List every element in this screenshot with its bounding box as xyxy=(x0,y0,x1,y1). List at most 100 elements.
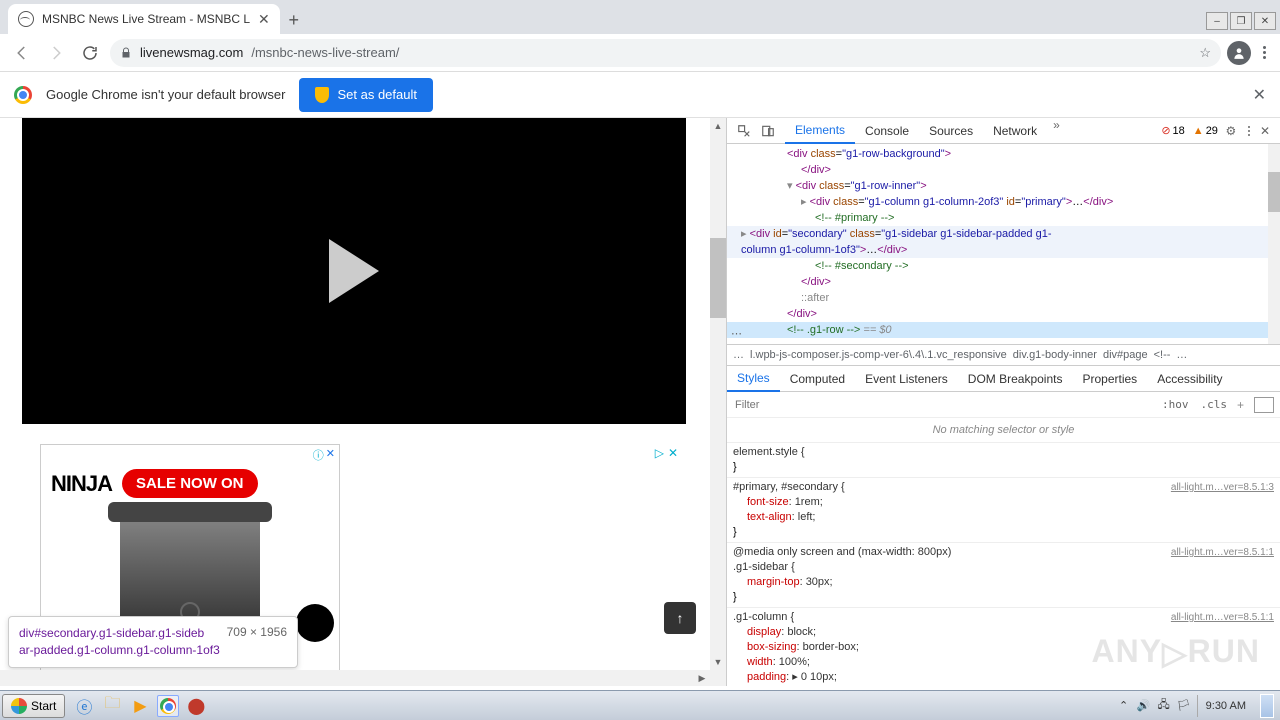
scroll-right-arrow-icon[interactable]: ▶ xyxy=(694,670,710,686)
cls-toggle[interactable]: .cls xyxy=(1194,398,1233,411)
tray-flag-icon[interactable]: 🏳 xyxy=(1177,699,1191,713)
chrome-icon xyxy=(14,86,32,104)
ad-product-image xyxy=(120,510,260,630)
ad-brand: NINJA xyxy=(51,471,112,497)
set-default-button[interactable]: Set as default xyxy=(299,78,433,112)
profile-avatar[interactable] xyxy=(1227,41,1251,65)
nav-back-button[interactable] xyxy=(8,39,36,67)
device-toolbar-button[interactable] xyxy=(757,121,779,141)
scrollbar-thumb[interactable] xyxy=(710,238,726,318)
devtools-tab-network[interactable]: Network xyxy=(983,118,1047,144)
url-toolbar: livenewsmag.com/msnbc-news-live-stream/ … xyxy=(0,34,1280,72)
play-icon[interactable] xyxy=(329,239,379,303)
nav-forward-button[interactable] xyxy=(42,39,70,67)
taskbar: Start ⓔ 🗀 ▶ ⬤ ⌃ 🔊 🖧 🏳 9:30 AM xyxy=(0,690,1280,720)
window-maximize-button[interactable]: ❐ xyxy=(1230,12,1252,30)
devtools-header: Elements Console Sources Network » ⊘18 ▲… xyxy=(727,118,1280,144)
taskbar-chrome-icon[interactable] xyxy=(157,695,179,717)
video-player[interactable] xyxy=(22,118,686,424)
devtools-tab-console[interactable]: Console xyxy=(855,118,919,144)
rule-source-link[interactable]: all-light.m…ver=8.5.1:1 xyxy=(1171,545,1274,560)
dom-scrollbar[interactable] xyxy=(1268,144,1280,344)
devtools-tab-sources[interactable]: Sources xyxy=(919,118,983,144)
dom-tree[interactable]: <div class="g1-row-background"> </div> <… xyxy=(727,144,1280,344)
computed-pane-toggle-icon[interactable] xyxy=(1254,397,1274,413)
default-browser-message: Google Chrome isn't your default browser xyxy=(46,87,285,102)
bookmark-star-icon[interactable]: ☆ xyxy=(1199,45,1211,61)
styles-tab-dombp[interactable]: DOM Breakpoints xyxy=(958,366,1073,392)
default-browser-infobar: Google Chrome isn't your default browser… xyxy=(0,72,1280,118)
taskbar-media-icon[interactable]: ▶ xyxy=(129,695,151,717)
start-label: Start xyxy=(31,699,56,713)
page-scrollbar-horizontal[interactable]: ▶ xyxy=(0,670,710,686)
dom-breadcrumb[interactable]: … l.wpb-js-composer.js-comp-ver-6\.4\.1.… xyxy=(727,344,1280,366)
start-button[interactable]: Start xyxy=(2,694,65,718)
tooltip-dimensions: 709 × 1956 xyxy=(227,625,287,639)
css-rules-pane[interactable]: element.style { } all-light.m…ver=8.5.1:… xyxy=(727,443,1280,686)
new-tab-button[interactable]: + xyxy=(280,6,308,34)
styles-tab-computed[interactable]: Computed xyxy=(780,366,855,392)
ad-close-right-icon[interactable]: ✕ xyxy=(668,446,678,460)
warning-count-badge[interactable]: ▲29 xyxy=(1193,125,1218,137)
windows-orb-icon xyxy=(11,698,27,714)
devtools-tab-elements[interactable]: Elements xyxy=(785,118,855,144)
styles-filter-bar: :hov .cls + xyxy=(727,392,1280,418)
url-host: livenewsmag.com xyxy=(140,45,243,60)
new-style-rule-button[interactable]: + xyxy=(1233,398,1248,412)
tray-network-icon[interactable]: 🖧 xyxy=(1157,699,1171,713)
address-bar[interactable]: livenewsmag.com/msnbc-news-live-stream/ … xyxy=(110,39,1221,67)
shield-icon xyxy=(315,87,329,103)
rule-source-link[interactable]: all-light.m…ver=8.5.1:3 xyxy=(1171,480,1274,495)
infobar-close-icon[interactable]: ✕ xyxy=(1253,85,1266,105)
inspect-element-button[interactable] xyxy=(733,121,755,141)
system-tray: ⌃ 🔊 🖧 🏳 9:30 AM xyxy=(1117,694,1278,718)
show-desktop-button[interactable] xyxy=(1260,694,1274,718)
styles-tab-styles[interactable]: Styles xyxy=(727,366,780,392)
nav-reload-button[interactable] xyxy=(76,39,104,67)
taskbar-clock[interactable]: 9:30 AM xyxy=(1197,695,1254,717)
devtools-panel: Elements Console Sources Network » ⊘18 ▲… xyxy=(726,118,1280,686)
titlebar: MSNBC News Live Stream - MSNBC L ✕ + – ❐… xyxy=(0,0,1280,34)
main-area: ⓘ ✕ NINJA SALE NOW ON ▷ ✕ ↑ 709 × 1956 d… xyxy=(0,118,1280,686)
ad-close-icon[interactable]: ✕ xyxy=(326,447,335,463)
favicon-globe-icon xyxy=(18,11,34,27)
tab-close-icon[interactable]: ✕ xyxy=(258,11,270,28)
page-scrollbar-vertical[interactable]: ▲ ▼ xyxy=(710,118,726,686)
scroll-down-arrow-icon[interactable]: ▼ xyxy=(710,654,726,670)
devtools-menu-button[interactable] xyxy=(1244,126,1254,136)
taskbar-app-icon[interactable]: ⬤ xyxy=(185,695,207,717)
tray-volume-icon[interactable]: 🔊 xyxy=(1137,699,1151,713)
error-count-badge[interactable]: ⊘18 xyxy=(1161,124,1184,137)
page-viewport: ⓘ ✕ NINJA SALE NOW ON ▷ ✕ ↑ 709 × 1956 d… xyxy=(0,118,726,686)
taskbar-ie-icon[interactable]: ⓔ xyxy=(73,695,95,717)
styles-tab-properties[interactable]: Properties xyxy=(1072,366,1147,392)
hov-toggle[interactable]: :hov xyxy=(1156,398,1195,411)
floating-action-dark[interactable] xyxy=(296,604,334,642)
browser-tab[interactable]: MSNBC News Live Stream - MSNBC L ✕ xyxy=(8,4,280,34)
rule-source-link[interactable]: all-light.m…ver=8.5.1:1 xyxy=(1171,610,1274,625)
scroll-up-arrow-icon[interactable]: ▲ xyxy=(710,118,726,134)
styles-tab-listeners[interactable]: Event Listeners xyxy=(855,366,958,392)
scroll-to-top-button[interactable]: ↑ xyxy=(664,602,696,634)
dom-overflow-icon[interactable]: ⋯ xyxy=(731,326,742,342)
chrome-menu-button[interactable] xyxy=(1257,46,1272,59)
lock-icon xyxy=(120,47,132,59)
styles-tab-accessibility[interactable]: Accessibility xyxy=(1147,366,1232,392)
set-default-label: Set as default xyxy=(337,87,417,102)
devtools-close-button[interactable]: ✕ xyxy=(1256,124,1274,138)
element-inspector-tooltip: 709 × 1956 div#secondary.g1-sidebar.g1-s… xyxy=(8,616,298,668)
url-path: /msnbc-news-live-stream/ xyxy=(251,45,399,60)
devtools-tabs-overflow[interactable]: » xyxy=(1047,118,1066,144)
no-match-message: No matching selector or style xyxy=(727,418,1280,443)
window-minimize-button[interactable]: – xyxy=(1206,12,1228,30)
tray-expand-icon[interactable]: ⌃ xyxy=(1117,699,1131,713)
ad-badge-right[interactable]: ▷ ✕ xyxy=(655,446,678,460)
adchoices-icon[interactable]: ▷ xyxy=(655,446,664,460)
styles-tabs: Styles Computed Event Listeners DOM Brea… xyxy=(727,366,1280,392)
devtools-settings-button[interactable]: ⚙ xyxy=(1220,121,1242,141)
styles-filter-input[interactable] xyxy=(727,392,1156,417)
ad-info-icon[interactable]: ⓘ xyxy=(313,447,324,463)
window-close-button[interactable]: ✕ xyxy=(1254,12,1276,30)
tab-title: MSNBC News Live Stream - MSNBC L xyxy=(42,12,250,26)
taskbar-explorer-icon[interactable]: 🗀 xyxy=(101,695,123,717)
